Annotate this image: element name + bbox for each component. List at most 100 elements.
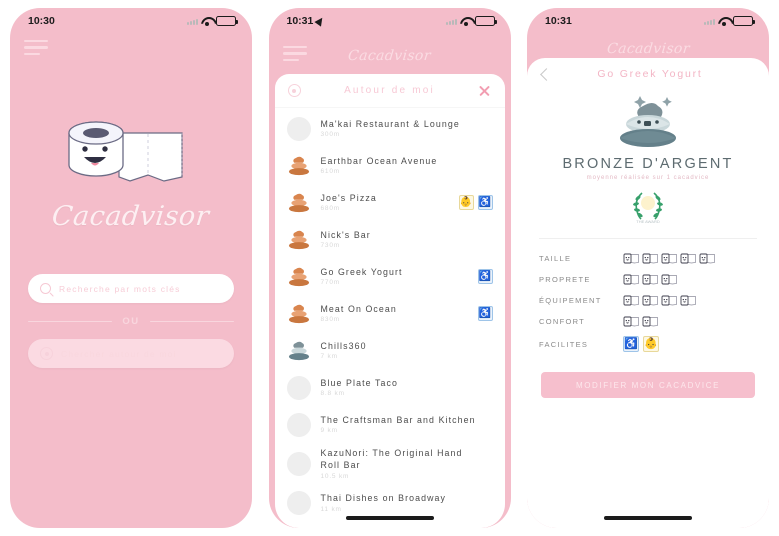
status-time: 10:30 — [28, 15, 55, 27]
criteria-rating — [623, 252, 716, 265]
places-list[interactable]: Ma'kai Restaurant & Lounge 300m Earthbar O… — [275, 108, 505, 528]
laurel-wreath-badge-icon: THE AWARD — [633, 192, 663, 224]
signal-icon — [187, 17, 198, 25]
search-input[interactable]: Recherche par mots clés — [28, 274, 234, 303]
app-header-2: Cacadvisor — [269, 34, 511, 78]
list-item[interactable]: The Craftsman Bar and Kitchen 9 km — [275, 406, 505, 443]
criteria-rating — [623, 315, 659, 328]
wheelchair-icon: ♿ — [623, 336, 639, 352]
list-item[interactable]: Meat On Ocean 830m ♿ — [275, 295, 505, 332]
app-logo-text: Cacadvisor — [347, 48, 432, 64]
target-location-icon[interactable] — [287, 84, 301, 97]
nearby-sheet: Autour de moi Ma'kai Restaurant & Lounge… — [274, 74, 505, 528]
phone-screen-home: 10:30 Cacadvisor Recherche par mots clés… — [10, 8, 252, 528]
toilet-paper-rating-icon — [661, 295, 677, 306]
list-item[interactable]: Joe's Pizza 680m 👶 ♿ — [275, 184, 505, 221]
place-rating-poop-icon — [287, 302, 311, 326]
list-item[interactable]: KazuNori: The Original Hand Roll Bar 10.5… — [275, 443, 505, 485]
list-item-text: Meat On Ocean 830m — [321, 304, 468, 324]
toilet-paper-rating-icon — [642, 316, 658, 327]
place-name: KazuNori: The Original Hand Roll Bar — [320, 448, 463, 470]
place-name: Chills360 — [320, 340, 367, 351]
list-item[interactable]: Ma'kai Restaurant & Lounge 300m — [275, 110, 505, 147]
chevron-left-icon[interactable] — [540, 67, 553, 81]
criteria-row: PROPRETE — [539, 269, 757, 290]
status-bar-3: 10:31 — [527, 8, 769, 34]
facilities-icons: ♿ 👶 — [623, 336, 659, 352]
place-name: Ma'kai Restaurant & Lounge — [320, 118, 460, 129]
rank-title: BRONZE D'ARGENT — [562, 156, 734, 172]
place-avatar-placeholder — [286, 116, 311, 141]
list-item-text: The Craftsman Bar and Kitchen 9 km — [321, 415, 483, 435]
app-logo-text: Cacadvisor — [605, 41, 691, 57]
toilet-paper-rating-icon — [623, 295, 639, 306]
rank-subtitle: moyenne réalisée sur 1 cacadvice — [586, 175, 710, 181]
place-avatar-placeholder — [286, 451, 311, 476]
toilet-paper-rating-icon — [680, 253, 696, 264]
list-item[interactable]: Blue Plate Taco 8.8 km — [275, 369, 505, 406]
toilet-paper-rating-icon — [642, 274, 658, 285]
criteria-label: CONFORT — [539, 317, 586, 326]
place-distance: 10.5 km — [320, 472, 350, 480]
status-time: 10:31 — [286, 15, 314, 27]
criteria-rating — [623, 294, 697, 307]
search-icon — [40, 283, 51, 294]
place-name: Joe's Pizza — [320, 192, 377, 203]
list-item[interactable]: Earthbar Ocean Avenue 610m — [275, 147, 505, 184]
list-item-text: Nick's Bar 730m — [321, 230, 483, 250]
battery-icon — [216, 16, 238, 26]
baby-changing-icon: 👶 — [643, 336, 659, 352]
place-badges: 👶 ♿ — [458, 195, 493, 210]
criteria-row: CONFORT — [539, 311, 757, 332]
screenshot-stage: 10:30 Cacadvisor Recherche par mots clés… — [0, 0, 779, 536]
criteria-label: FACILITES — [539, 339, 589, 349]
list-item[interactable]: Chills360 7 km — [275, 332, 505, 369]
wheelchair-icon: ♿ — [477, 195, 493, 210]
criteria-row: ÉQUIPEMENT — [539, 290, 757, 311]
criteria-row-facilities: FACILITES ♿ 👶 — [539, 332, 757, 356]
home-search-forms: Recherche par mots clés OU Chercher auto… — [10, 274, 252, 368]
list-item-text: Chills360 7 km — [321, 341, 483, 361]
detail-hero: BRONZE D'ARGENT moyenne réalisée sur 1 c… — [527, 88, 769, 226]
toilet-paper-rating-icon — [642, 253, 658, 264]
divider-label: OU — [122, 316, 140, 327]
list-item-text: Earthbar Ocean Avenue 610m — [321, 156, 483, 176]
place-name: Meat On Ocean — [320, 303, 397, 314]
criteria-rating — [623, 273, 678, 286]
place-rating-poop-icon — [287, 191, 311, 215]
phone-screen-detail: 10:31 Cacadvisor Go Greek Yogurt BRONZE … — [527, 8, 769, 528]
place-name: Go Greek Yogurt — [320, 266, 403, 277]
signal-icon — [445, 17, 457, 25]
toilet-paper-rating-icon — [699, 253, 715, 264]
place-avatar-placeholder — [286, 375, 311, 400]
toilet-paper-rating-icon — [642, 295, 658, 306]
edit-cacadvice-button[interactable]: MODIFIER MON CACADVICE — [541, 372, 755, 398]
toilet-paper-rating-icon — [661, 274, 677, 285]
place-rating-poop-icon — [287, 265, 311, 289]
silver-poop-icon — [620, 96, 676, 147]
wifi-icon — [460, 17, 472, 26]
place-distance: 610m — [320, 168, 340, 176]
list-item[interactable]: Go Greek Yogurt 770m ♿ — [275, 258, 505, 295]
battery-icon — [474, 16, 497, 26]
toilet-paper-rating-icon — [623, 253, 639, 264]
criteria-row: TAILLE — [539, 248, 757, 269]
list-item[interactable]: Nick's Bar 730m — [275, 221, 505, 258]
search-nearby-button[interactable]: Chercher autour de moi — [28, 339, 234, 368]
place-distance: 770m — [320, 279, 340, 287]
place-rating-poop-icon — [287, 154, 311, 178]
hamburger-menu-icon[interactable] — [282, 46, 307, 61]
place-badges: ♿ — [477, 269, 493, 284]
hamburger-menu-icon[interactable] — [24, 40, 48, 55]
wreath-label: THE AWARD — [636, 219, 660, 224]
close-icon[interactable] — [478, 84, 491, 97]
wheelchair-icon: ♿ — [477, 306, 493, 321]
signal-icon — [704, 17, 715, 25]
status-bar-2: 10:31 — [269, 8, 511, 34]
list-item-text: Ma'kai Restaurant & Lounge 300m — [321, 119, 483, 139]
app-logo-text: Cacadvisor — [50, 201, 212, 232]
home-hero: Cacadvisor — [10, 103, 252, 232]
place-badges: ♿ — [477, 306, 493, 321]
status-bar-1: 10:30 — [10, 8, 252, 34]
place-avatar-placeholder — [286, 491, 311, 516]
